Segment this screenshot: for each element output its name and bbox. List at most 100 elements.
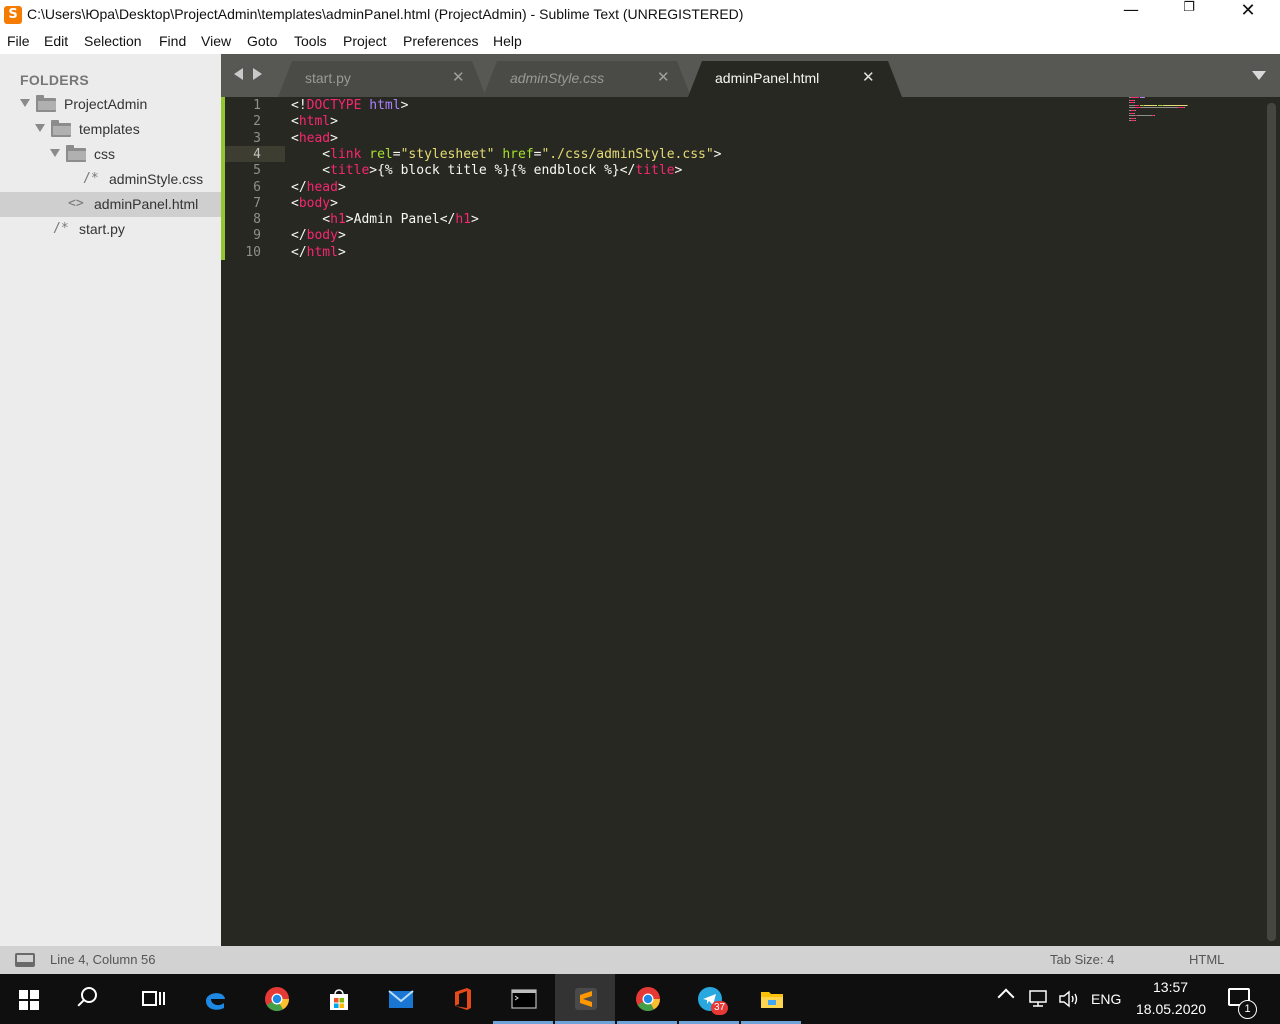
code-line[interactable]: </body> (291, 228, 346, 244)
clock-time[interactable]: 13:57 (1153, 979, 1188, 995)
search-button[interactable] (62, 974, 122, 1024)
sublime-taskbar-button[interactable] (555, 974, 615, 1024)
expand-arrow-icon[interactable] (20, 99, 30, 107)
line-number: 7 (253, 196, 261, 211)
minimap-stroke (1135, 104, 1139, 106)
unread-badge: 37 (711, 1001, 728, 1015)
code-token: title (635, 163, 675, 178)
menu-help[interactable]: Help (493, 33, 522, 49)
code-line[interactable]: <html> (291, 114, 338, 130)
tree-folder-css[interactable]: css (0, 142, 221, 167)
code-line[interactable]: <head> (291, 131, 338, 147)
minimap-stroke (1131, 97, 1139, 98)
search-icon (81, 987, 97, 1003)
volume-icon[interactable] (1057, 989, 1081, 1009)
tab-bar: start.py ✕ adminStyle.css ✕ adminPanel.h… (221, 54, 1280, 97)
minimap[interactable] (1129, 97, 1209, 127)
expand-arrow-icon[interactable] (50, 149, 60, 157)
line-number: 1 (253, 98, 261, 113)
code-line[interactable]: </head> (291, 180, 346, 196)
code-line[interactable]: <!DOCTYPE html> (291, 98, 408, 114)
code-line[interactable]: <h1>Admin Panel</h1> (291, 212, 479, 228)
tab-adminstyle-css[interactable]: adminStyle.css ✕ (483, 61, 691, 97)
vertical-scrollbar[interactable] (1267, 103, 1276, 941)
menu-edit[interactable]: Edit (44, 33, 68, 49)
tree-file-start-py[interactable]: /* start.py (0, 217, 221, 242)
minimap-stroke (1141, 107, 1178, 109)
panel-toggle-icon[interactable] (15, 953, 35, 967)
edge-taskbar-button[interactable] (184, 974, 244, 1024)
tab-list-dropdown-icon[interactable] (1252, 71, 1266, 80)
code-line[interactable]: <body> (291, 196, 338, 212)
tray-overflow-chevron-icon[interactable] (997, 988, 1015, 1006)
code-token: > (337, 228, 346, 243)
tree-file-adminstyle-css[interactable]: /* adminStyle.css (0, 167, 221, 192)
menu-goto[interactable]: Goto (247, 33, 277, 49)
store-taskbar-button[interactable] (308, 974, 368, 1024)
telegram-taskbar-button[interactable]: 37 (679, 974, 739, 1024)
mail-icon (388, 990, 414, 1008)
tab-adminpanel-html[interactable]: adminPanel.html ✕ (688, 61, 902, 97)
terminal-icon (511, 989, 537, 1009)
syntax-selector[interactable]: HTML (1189, 952, 1224, 967)
file-explorer-taskbar-button[interactable] (741, 974, 801, 1024)
office-taskbar-button[interactable] (432, 974, 492, 1024)
code-token: h1 (330, 212, 346, 227)
close-window-button[interactable]: ✕ (1219, 0, 1277, 30)
mail-taskbar-button[interactable] (370, 974, 430, 1024)
terminal-taskbar-button[interactable] (493, 974, 553, 1024)
code-line[interactable]: </html> (291, 245, 346, 261)
network-icon[interactable] (1027, 989, 1049, 1009)
tab-nav-left-icon[interactable] (234, 68, 243, 80)
code-token: < (291, 147, 331, 162)
minimize-button[interactable]: — (1102, 0, 1160, 30)
folder-open-icon (36, 95, 56, 112)
minimap-stroke (1135, 120, 1136, 122)
maximize-button[interactable]: ❐ (1160, 0, 1218, 30)
menu-tools[interactable]: Tools (294, 33, 327, 49)
menu-view[interactable]: View (201, 33, 231, 49)
tab-size-selector[interactable]: Tab Size: 4 (1050, 952, 1114, 967)
code-token: > (674, 163, 683, 178)
tree-label: adminPanel.html (94, 196, 199, 212)
code-editor[interactable]: 1 <!DOCTYPE html> 2 <html> 3 <head> 4 <link re… (221, 97, 1280, 946)
start-button[interactable] (0, 974, 60, 1024)
tab-close-icon[interactable]: ✕ (657, 68, 670, 86)
code-line[interactable]: <link rel="stylesheet" href="./css/admin… (291, 147, 721, 163)
chrome-window-taskbar-button[interactable] (617, 974, 677, 1024)
file-explorer-icon (761, 992, 783, 1008)
menu-file[interactable]: File (7, 33, 30, 49)
expand-arrow-icon[interactable] (35, 124, 45, 132)
code-token: "./css/adminStyle.css" (541, 147, 714, 162)
line-number: 2 (253, 114, 261, 129)
notification-count-badge: 1 (1238, 1000, 1257, 1019)
code-token: head (298, 131, 331, 146)
tree-file-adminpanel-html[interactable]: <> adminPanel.html (0, 192, 221, 217)
tree-folder-templates[interactable]: templates (0, 117, 221, 142)
minimap-stroke (1184, 107, 1185, 109)
title-bar: S C:\Users\Юра\Desktop\ProjectAdmin\temp… (0, 0, 1280, 30)
minimap-stroke (1163, 104, 1187, 106)
tab-close-icon[interactable]: ✕ (452, 68, 465, 86)
tab-close-icon[interactable]: ✕ (862, 68, 875, 86)
menu-selection[interactable]: Selection (84, 33, 142, 49)
menu-preferences[interactable]: Preferences (403, 33, 478, 49)
folders-header: FOLDERS (20, 72, 89, 88)
folder-open-icon (51, 120, 71, 137)
minimap-stroke (1144, 104, 1157, 106)
line-number: 10 (245, 245, 261, 260)
tree-folder-projectadmin[interactable]: ProjectAdmin (0, 92, 221, 117)
tab-start-py[interactable]: start.py ✕ (278, 61, 486, 97)
line-number: 6 (253, 180, 261, 195)
menu-find[interactable]: Find (159, 33, 186, 49)
chrome-taskbar-button[interactable] (246, 974, 306, 1024)
tab-nav-right-icon[interactable] (253, 68, 262, 80)
menu-project[interactable]: Project (343, 33, 387, 49)
input-language[interactable]: ENG (1091, 991, 1121, 1007)
task-view-button[interactable] (122, 974, 182, 1024)
code-line[interactable]: <title>{% block title %}{% endblock %}</… (291, 163, 682, 179)
menu-bar: File Edit Selection Find View Goto Tools… (0, 30, 1280, 54)
minimap-stroke (1134, 112, 1135, 114)
clock-date[interactable]: 18.05.2020 (1136, 1001, 1206, 1017)
code-token: html (298, 114, 331, 129)
